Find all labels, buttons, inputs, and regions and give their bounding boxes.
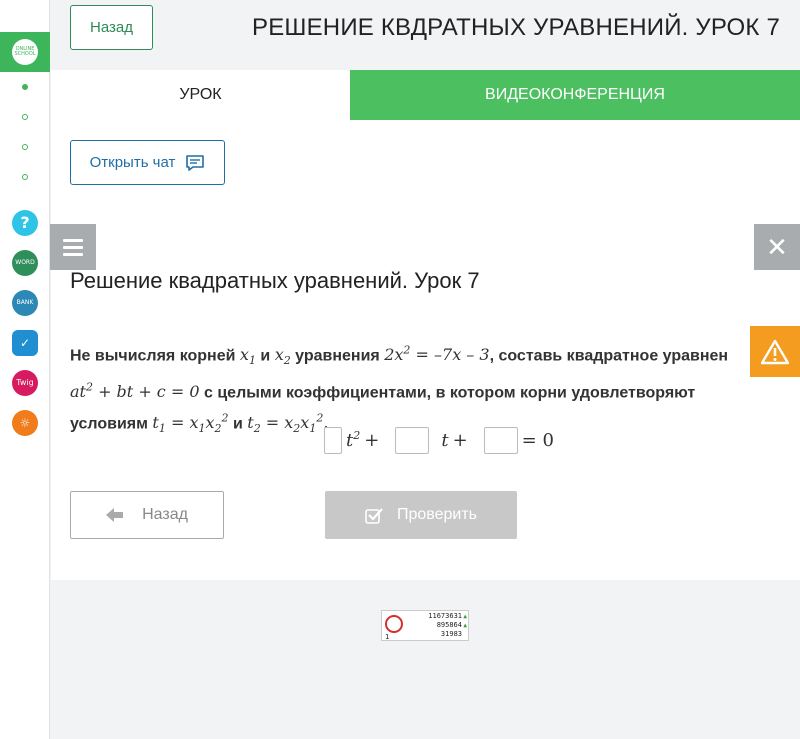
tab-bar: УРОК ВИДЕОКОНФЕРЕНЦИЯ [51, 70, 800, 120]
counter-ring-icon [385, 615, 403, 633]
header: Назад РЕШЕНИЕ КВДРАТНЫХ УРАВНЕНИЙ. УРОК … [51, 0, 800, 70]
warning-icon [761, 339, 789, 364]
back-top-button[interactable]: Назад [70, 5, 153, 50]
bank-app-icon[interactable]: BANK [12, 290, 38, 316]
hamburger-icon-bar [63, 245, 83, 249]
check-button[interactable]: Проверить [325, 491, 517, 539]
rating-app-icon[interactable]: ☼ [12, 410, 38, 436]
lesson-heading: Решение квадратных уравнений. Урок 7 [70, 268, 480, 293]
lesson-step-3[interactable] [22, 144, 28, 150]
school-logo[interactable]: ONLINE SCHOOL [0, 32, 50, 72]
sidebar: ONLINE SCHOOL ? WORD BANK ✓ Twig ☼ [0, 0, 50, 739]
math-condition-1: t1 = x1x22 [152, 411, 229, 436]
word-app-icon[interactable]: WORD [12, 250, 38, 276]
task-part-5: условиям [70, 415, 148, 433]
lesson-step-2[interactable] [22, 114, 28, 120]
answer-row: t2 + t + = 0 [324, 426, 554, 454]
task-and-1: и [260, 347, 271, 365]
tab-lesson[interactable]: УРОК [51, 70, 350, 120]
math-x2: x2 [274, 345, 291, 368]
check-button-label: Проверить [396, 506, 477, 523]
open-chat-button[interactable]: Открыть чат [70, 140, 225, 185]
close-icon: ✕ [766, 231, 788, 262]
arrow-left-icon [106, 508, 124, 522]
hamburger-icon-bar [63, 238, 83, 242]
math-x1: x1 [239, 345, 256, 368]
tasks-app-icon[interactable]: ✓ [12, 330, 38, 356]
lesson-step-1[interactable] [22, 84, 28, 90]
school-logo-icon: ONLINE SCHOOL [12, 39, 38, 65]
task-part-2: уравнения [295, 347, 380, 365]
counter-line-3: 31983 [440, 630, 462, 638]
lesson-step-4[interactable] [22, 174, 28, 180]
coef-b-input[interactable] [395, 426, 430, 454]
counter-line-2: 895864 [436, 621, 462, 629]
math-equation: 2x2 = –7x – 3 [384, 344, 490, 365]
checkbox-check-icon [365, 507, 383, 524]
lesson-panel: Открыть чат Решение квадратных уравнений… [51, 120, 800, 580]
counter-corner: 1 [385, 633, 390, 641]
report-problem-button[interactable] [750, 326, 800, 377]
page-title: РЕШЕНИЕ КВДРАТНЫХ УРАВНЕНИЙ. УРОК 7 [251, 14, 780, 41]
math-t: t [441, 429, 449, 451]
menu-toggle-button[interactable] [50, 224, 96, 270]
back-button-label: Назад [142, 506, 188, 523]
chat-icon [186, 154, 205, 171]
back-button[interactable]: Назад [70, 491, 224, 539]
visit-counter[interactable]: 1 11673631 895864 31983 ▲ ▲ [381, 610, 469, 641]
tab-videoconference[interactable]: ВИДЕОКОНФЕРЕНЦИЯ [350, 70, 800, 120]
task-and-2: и [232, 415, 243, 433]
counter-line-1: 11673631 [428, 612, 462, 620]
math-plus-1: + [364, 429, 380, 451]
close-panel-button[interactable]: ✕ [754, 224, 800, 270]
math-equals-zero: = 0 [521, 429, 554, 451]
open-chat-label: Открыть чат [89, 154, 176, 171]
help-icon[interactable]: ? [12, 210, 38, 236]
coef-c-input[interactable] [483, 426, 518, 454]
math-condition-2: t2 = x2x12. [247, 411, 329, 436]
coef-a-input[interactable] [324, 426, 342, 454]
twig-app-icon[interactable]: Twig [12, 370, 38, 396]
counter-values: 11673631 895864 31983 [428, 612, 462, 639]
task-part-1: Не вычисляя корней [70, 347, 236, 365]
math-plus-2: + [452, 429, 468, 451]
task-part-3: , составь квадратное уравнен [489, 347, 729, 365]
math-t2: t2 [346, 429, 361, 451]
hamburger-icon-bar [63, 252, 83, 256]
math-general-form: at2 + bt + c = 0 [70, 380, 200, 401]
task-part-4: с целыми коэффициентами, в котором корни… [203, 383, 696, 401]
counter-up-arrow-icon: ▲ ▲ [463, 613, 467, 629]
